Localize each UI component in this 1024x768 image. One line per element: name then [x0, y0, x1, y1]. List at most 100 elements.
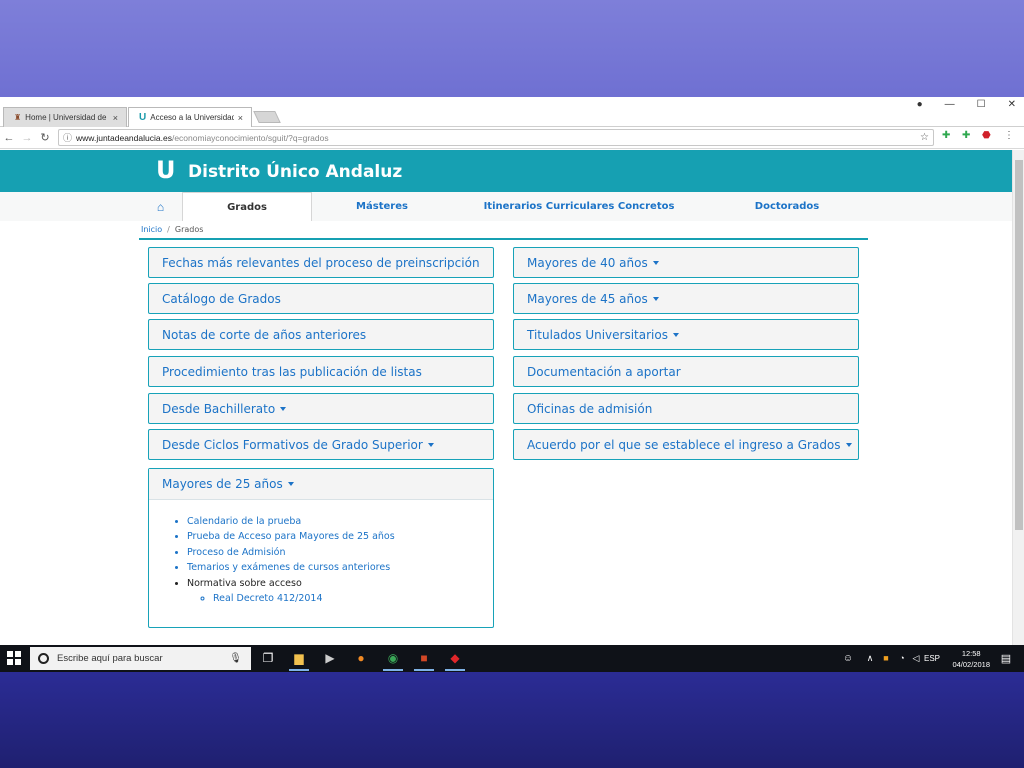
- slide-background-bottom: [0, 672, 1024, 768]
- info-icon[interactable]: ⓘ: [63, 131, 72, 144]
- menu-kebab-icon[interactable]: ⋮: [1004, 130, 1014, 141]
- windows-taskbar: Escribe aquí para buscar 🎙 ❐ ▆ ▶ ● ◉ ■ ◆…: [0, 645, 1024, 672]
- dua-favicon-icon: U: [139, 112, 147, 123]
- caret-down-icon: [427, 442, 434, 447]
- task-view-icon[interactable]: ❐: [258, 649, 278, 667]
- button-label: Documentación a aportar: [527, 364, 681, 379]
- browser-window: ♜ Home | Universidad de G × U Acceso a l…: [0, 97, 1024, 645]
- dua-logo[interactable]: U: [156, 156, 176, 184]
- bookmark-star-icon[interactable]: ☆: [920, 132, 929, 143]
- notifications-icon[interactable]: ▤: [996, 649, 1016, 667]
- normativa-label: Normativa sobre acceso Real Decreto 412/…: [187, 576, 395, 604]
- button-label: Notas de corte de años anteriores: [162, 327, 367, 342]
- profile-icon[interactable]: ●: [917, 99, 923, 110]
- button-label: Mayores de 25 años: [162, 477, 283, 491]
- btn-fechas-relevantes[interactable]: Fechas más relevantes del proceso de pre…: [148, 247, 494, 278]
- btn-mayores-40[interactable]: Mayores de 40 años: [513, 247, 859, 278]
- caret-down-icon: [280, 406, 287, 411]
- people-icon[interactable]: ☺: [838, 649, 858, 667]
- clock-date: 04/02/2018: [952, 660, 990, 669]
- nav-itinerarios[interactable]: Itinerarios Curriculares Concretos: [452, 192, 706, 221]
- caret-down-icon: [672, 332, 679, 337]
- scrollbar-thumb[interactable]: [1015, 160, 1023, 530]
- btn-titulados[interactable]: Titulados Universitarios: [513, 319, 859, 350]
- browser-titlebar: ♜ Home | Universidad de G × U Acceso a l…: [0, 97, 1024, 127]
- close-window-button[interactable]: ✕: [1008, 99, 1016, 110]
- browser-tab-home[interactable]: ♜ Home | Universidad de G ×: [3, 107, 127, 127]
- normativa-text: Normativa sobre acceso: [187, 577, 302, 589]
- caret-down-icon: [287, 482, 294, 486]
- button-label: Desde Bachillerato: [162, 401, 276, 416]
- button-label: Titulados Universitarios: [527, 327, 668, 342]
- button-label: Procedimiento tras las publicación de li…: [162, 364, 422, 379]
- taskbar-search-input[interactable]: Escribe aquí para buscar 🎙: [30, 647, 251, 670]
- btn-mayores-45[interactable]: Mayores de 45 años: [513, 283, 859, 314]
- firefox-icon[interactable]: ●: [351, 649, 371, 667]
- minimize-button[interactable]: —: [945, 99, 955, 110]
- site-title[interactable]: Distrito Único Andaluz: [188, 162, 402, 182]
- file-explorer-icon[interactable]: ▆: [289, 649, 309, 671]
- web-page: U Distrito Único Andaluz ⌂ Grados Máster…: [0, 150, 1012, 645]
- slide-background-top: [0, 0, 1024, 97]
- site-header: U Distrito Único Andaluz: [0, 150, 1012, 192]
- back-arrow-icon[interactable]: ←: [0, 132, 18, 144]
- address-bar[interactable]: ⓘ www.juntadeandalucia.es/economiayconoc…: [58, 129, 934, 146]
- btn-mayores-25[interactable]: Mayores de 25 años: [149, 469, 493, 500]
- forward-arrow-icon[interactable]: →: [18, 132, 36, 144]
- link-prueba-acceso[interactable]: Prueba de Acceso para Mayores de 25 años: [187, 529, 395, 544]
- adblock-icon[interactable]: ⬣: [982, 130, 991, 141]
- acrobat-icon[interactable]: ◆: [445, 649, 465, 671]
- button-label: Acuerdo por el que se establece el ingre…: [527, 437, 841, 452]
- link-proceso-admision[interactable]: Proceso de Admisión: [187, 545, 395, 560]
- btn-procedimiento-listas[interactable]: Procedimiento tras las publicación de li…: [148, 356, 494, 387]
- nav-masteres[interactable]: Másteres: [312, 192, 452, 221]
- btn-acuerdo-ingreso[interactable]: Acuerdo por el que se establece el ingre…: [513, 429, 859, 460]
- maximize-button[interactable]: ☐: [977, 99, 986, 110]
- button-label: Mayores de 45 años: [527, 291, 648, 306]
- chrome-icon[interactable]: ◉: [383, 649, 403, 671]
- reload-icon[interactable]: ↻: [36, 131, 54, 144]
- tab-title: Acceso a la Universidad: [150, 113, 234, 122]
- language-indicator[interactable]: ESP: [922, 649, 942, 667]
- breadcrumb-current: Grados: [174, 225, 204, 234]
- mayores-25-list: Calendario de la prueba Prueba de Acceso…: [187, 514, 395, 604]
- btn-desde-ciclos[interactable]: Desde Ciclos Formativos de Grado Superio…: [148, 429, 494, 460]
- microphone-icon[interactable]: 🎙: [229, 653, 242, 664]
- link-real-decreto[interactable]: Real Decreto 412/2014: [213, 591, 395, 606]
- panel-mayores-25: Mayores de 25 años Calendario de la prue…: [148, 468, 494, 628]
- nav-doctorados[interactable]: Doctorados: [706, 192, 868, 221]
- media-player-icon[interactable]: ▶: [320, 649, 340, 667]
- link-temarios[interactable]: Temarios y exámenes de cursos anteriores: [187, 560, 395, 575]
- normativa-sublist: Real Decreto 412/2014: [213, 591, 395, 606]
- system-clock[interactable]: 12:58 04/02/2018: [952, 648, 990, 670]
- btn-documentacion[interactable]: Documentación a aportar: [513, 356, 859, 387]
- search-placeholder: Escribe aquí para buscar: [57, 653, 163, 664]
- tab-close-icon[interactable]: ×: [238, 113, 243, 123]
- extension-green-2-icon[interactable]: ✚: [962, 130, 970, 141]
- button-label: Desde Ciclos Formativos de Grado Superio…: [162, 437, 423, 452]
- btn-notas-corte[interactable]: Notas de corte de años anteriores: [148, 319, 494, 350]
- powerpoint-icon[interactable]: ■: [414, 649, 434, 671]
- tab-close-icon[interactable]: ×: [113, 113, 118, 123]
- clock-time: 12:58: [961, 649, 981, 658]
- browser-toolbar: ← → ↻ ⓘ www.juntadeandalucia.es/economia…: [0, 127, 1024, 149]
- link-calendario[interactable]: Calendario de la prueba: [187, 514, 395, 529]
- btn-desde-bachillerato[interactable]: Desde Bachillerato: [148, 393, 494, 424]
- extension-green-icon[interactable]: ✚: [942, 130, 950, 141]
- main-navbar: ⌂ Grados Másteres Itinerarios Curricular…: [0, 192, 1012, 221]
- tab-title: Home | Universidad de G: [25, 113, 109, 122]
- caret-down-icon: [652, 260, 659, 265]
- windows-start-icon[interactable]: [7, 651, 21, 665]
- btn-oficinas-admision[interactable]: Oficinas de admisión: [513, 393, 859, 424]
- breadcrumb-home[interactable]: Inicio: [141, 225, 162, 234]
- breadcrumb: Inicio / Grados: [141, 225, 203, 234]
- btn-catalogo-grados[interactable]: Catálogo de Grados: [148, 283, 494, 314]
- button-label: Fechas más relevantes del proceso de pre…: [162, 255, 480, 270]
- button-label: Oficinas de admisión: [527, 401, 653, 416]
- page-scrollbar[interactable]: [1012, 150, 1024, 645]
- nav-grados[interactable]: Grados: [182, 192, 312, 221]
- browser-tab-acceso[interactable]: U Acceso a la Universidad ×: [128, 107, 252, 127]
- url-host: www.juntadeandalucia.es: [76, 132, 172, 143]
- new-tab-button[interactable]: [253, 111, 281, 123]
- home-icon[interactable]: ⌂: [139, 192, 182, 221]
